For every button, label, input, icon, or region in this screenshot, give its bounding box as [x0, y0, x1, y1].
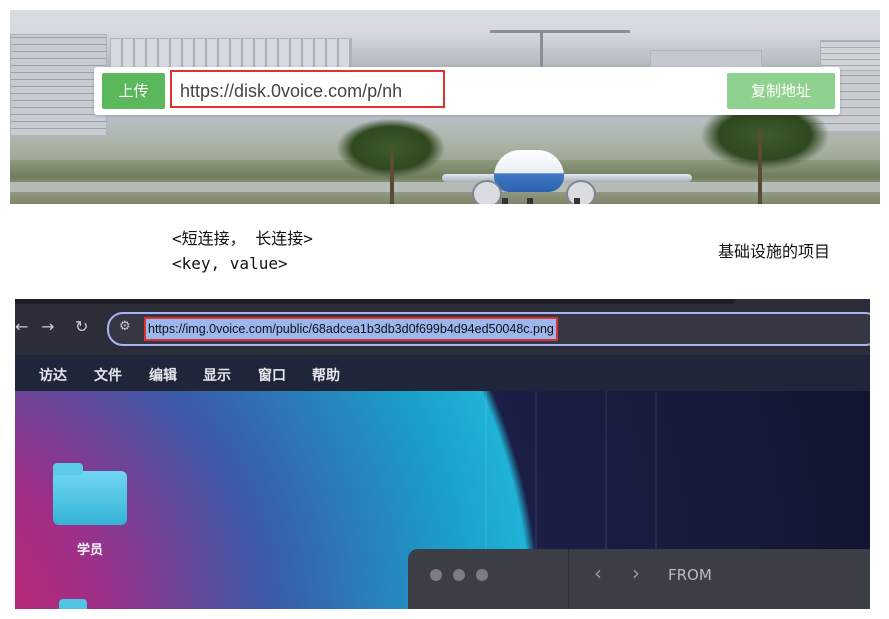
side-note: 基础设施的项目	[718, 242, 831, 261]
airplane-engine	[566, 180, 596, 204]
note-line: <短连接， 长连接>	[172, 229, 313, 248]
chevron-right-icon[interactable]: ›	[632, 561, 640, 585]
note-line: <key, value>	[172, 254, 288, 273]
folder-icon[interactable]	[53, 463, 127, 525]
banner-crane	[540, 30, 543, 70]
menu-edit[interactable]: 编辑	[149, 365, 177, 385]
palm-trunk	[390, 150, 394, 204]
folder-tab	[53, 463, 83, 475]
upload-bar: 上传 https://disk.0voice.com/p/nh 复制地址	[94, 67, 840, 115]
menu-file[interactable]: 文件	[94, 365, 122, 385]
menu-view[interactable]: 显示	[203, 365, 231, 385]
copy-address-button[interactable]: 复制地址	[727, 73, 835, 109]
back-arrow-icon[interactable]: ←	[15, 317, 28, 336]
banner-building	[10, 34, 107, 136]
airplane-image	[442, 144, 692, 204]
address-bar[interactable]: ⚙ https://img.0voice.com/public/68adcea1…	[107, 312, 870, 346]
airplane-gear	[502, 198, 508, 204]
airplane-gear	[527, 198, 533, 204]
palm-trunk	[758, 130, 762, 204]
window-zoom-dot[interactable]	[476, 569, 488, 581]
banner-crane	[490, 30, 630, 33]
airplane-fuselage	[494, 150, 564, 192]
upload-button[interactable]: 上传	[102, 73, 165, 109]
reload-icon[interactable]: ↻	[75, 317, 88, 336]
embedded-screenshot: ← → ↻ ⚙ https://img.0voice.com/public/68…	[15, 299, 870, 609]
folder-label[interactable]: 学员	[77, 539, 103, 558]
window-close-dot[interactable]	[430, 569, 442, 581]
finder-window: ‹ › FROM	[408, 549, 870, 609]
chevron-left-icon[interactable]: ‹	[594, 561, 602, 585]
window-minimize-dot[interactable]	[453, 569, 465, 581]
folder-icon[interactable]	[59, 599, 87, 609]
finder-divider	[568, 549, 569, 609]
menu-window[interactable]: 窗口	[258, 365, 286, 385]
menu-finder[interactable]: 访达	[39, 365, 67, 385]
notes-block: <短连接， 长连接> <key, value>	[172, 226, 313, 276]
tab-strip-edge	[15, 299, 735, 304]
site-settings-icon[interactable]: ⚙	[119, 319, 131, 334]
mac-menubar: 访达 文件 编辑 显示 窗口 帮助	[15, 355, 870, 391]
menu-help[interactable]: 帮助	[312, 365, 340, 385]
address-url[interactable]: https://img.0voice.com/public/68adcea1b3…	[144, 317, 558, 341]
airplane-engine	[472, 180, 502, 204]
finder-title: FROM	[668, 566, 712, 584]
short-url-field[interactable]: https://disk.0voice.com/p/nh	[170, 70, 445, 108]
browser-toolbar: ← → ↻ ⚙ https://img.0voice.com/public/68…	[15, 299, 870, 355]
hero-banner: 上传 https://disk.0voice.com/p/nh 复制地址	[10, 10, 880, 204]
airplane-gear	[574, 198, 580, 204]
forward-arrow-icon[interactable]: →	[41, 317, 54, 336]
